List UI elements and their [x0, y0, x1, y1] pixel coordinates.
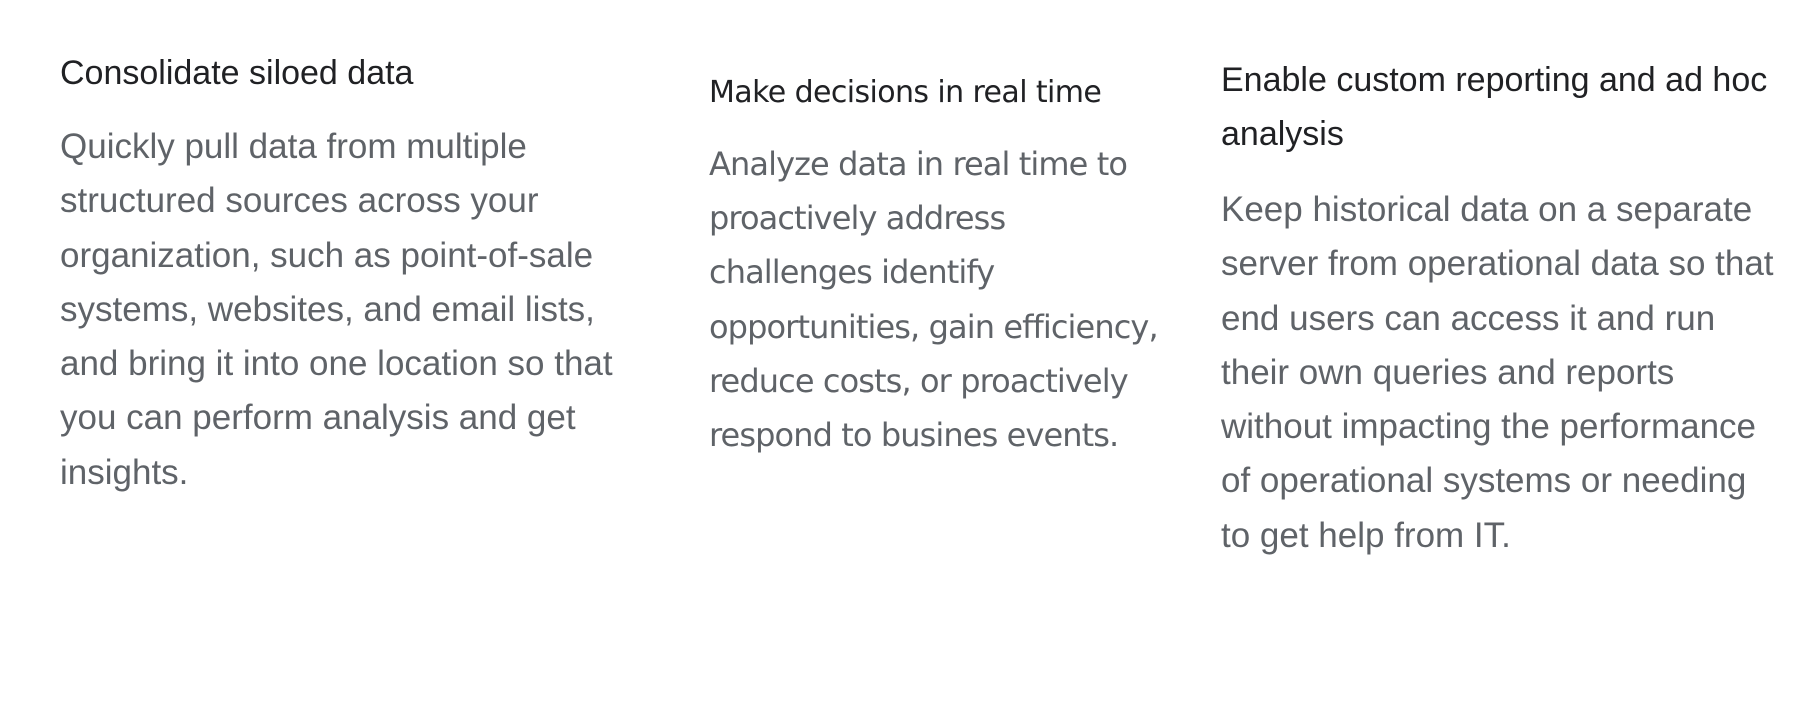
feature-make-decisions-in-real-time: Make decisions in real time Analyze data… — [709, 71, 1161, 462]
feature-consolidate-siloed-data: Consolidate siloed data Quickly pull dat… — [60, 46, 620, 500]
feature-description: Keep historical data on a separate serve… — [1221, 190, 1774, 555]
feature-title: Enable custom reporting and ad hoc analy… — [1221, 61, 1768, 153]
feature-description: Analyze data in real time to proactively… — [709, 145, 1159, 455]
feature-title: Make decisions in real time — [709, 75, 1102, 110]
feature-title: Consolidate siloed data — [60, 54, 414, 92]
feature-description: Quickly pull data from multiple structur… — [60, 127, 613, 492]
feature-enable-custom-reporting: Enable custom reporting and ad hoc analy… — [1221, 53, 1781, 563]
